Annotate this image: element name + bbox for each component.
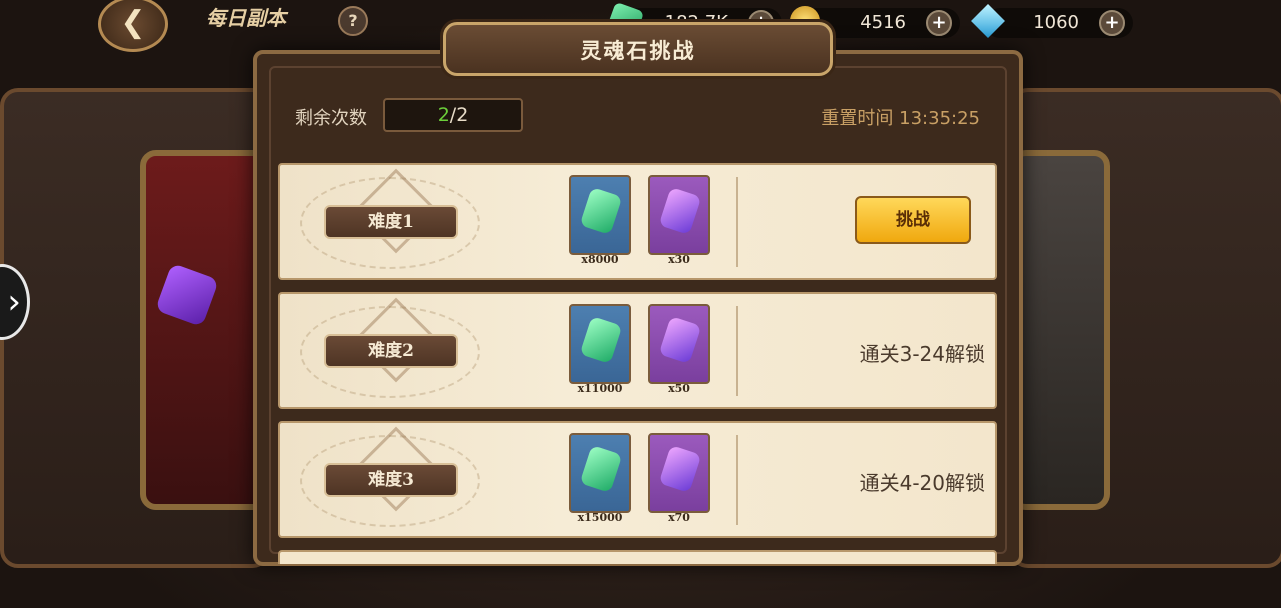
attempts-label: 剩余次数 [295, 108, 367, 129]
difficulty-row: 难度1 x8000 x30 挑战 [278, 163, 997, 280]
unlock-requirement: 通关3-24解锁 [859, 342, 985, 366]
row-divider [736, 177, 738, 267]
reward-green-soulstone[interactable] [569, 304, 631, 384]
dialog-title-ribbon: 灵魂石挑战 [443, 22, 833, 76]
reward-purple-soulstone[interactable] [648, 304, 710, 384]
attempts-counter: 2/2 [383, 98, 523, 132]
add-diamond-button[interactable]: + [1099, 10, 1125, 36]
difficulty-badge: 难度3 [324, 463, 458, 497]
reward-green-soulstone[interactable] [569, 433, 631, 513]
difficulty-badge: 难度1 [324, 205, 458, 239]
reward-green-count: x11000 [577, 382, 623, 395]
dialog-title: 灵魂石挑战 [580, 38, 696, 63]
challenge-button[interactable]: 挑战 [855, 196, 971, 244]
reward-purple-count: x30 [668, 253, 690, 266]
purple-gem-icon [658, 316, 702, 364]
green-gem-icon [579, 187, 623, 235]
difficulty-row: 难度2 x11000 x50 通关3-24解锁 [278, 292, 997, 409]
purple-gem-icon [658, 445, 702, 493]
attempts-total: /2 [449, 104, 469, 126]
purple-gem-icon [658, 187, 702, 235]
diamond-icon [971, 4, 1005, 38]
reward-green-soulstone[interactable] [569, 175, 631, 255]
back-arrow-icon: ❮ [120, 5, 146, 40]
reward-green-count: x15000 [577, 511, 623, 524]
resource-gold-value: 4516 [860, 12, 906, 33]
resource-diamond-value: 1060 [1033, 12, 1079, 33]
background-dungeon-card-left [140, 150, 270, 510]
difficulty-row: 难度3 x15000 x70 通关4-20解锁 [278, 421, 997, 538]
back-button[interactable]: ❮ [98, 0, 168, 52]
resource-diamond: 1060 + [971, 4, 1133, 38]
row-divider [736, 435, 738, 525]
page-title: 每日副本 [206, 6, 286, 30]
reward-green-count: x8000 [581, 253, 619, 266]
reward-purple-count: x50 [668, 382, 690, 395]
attempts-row: 剩余次数 2/2 重置时间 13:35:25 [268, 94, 1006, 136]
reward-purple-soulstone[interactable] [648, 433, 710, 513]
add-gold-button[interactable]: + [926, 10, 952, 36]
green-gem-icon [579, 316, 623, 364]
row-divider [736, 306, 738, 396]
reset-time: 重置时间 13:35:25 [821, 108, 980, 129]
attempts-current: 2 [437, 104, 450, 126]
chevron-right-icon: › [7, 282, 21, 322]
unlock-requirement: 通关4-20解锁 [859, 471, 985, 495]
reward-purple-count: x70 [668, 511, 690, 524]
background-dungeon-card-right [1010, 150, 1110, 510]
reward-purple-soulstone[interactable] [648, 175, 710, 255]
help-button[interactable]: ? [338, 6, 368, 36]
difficulty-row-partial [278, 550, 997, 564]
difficulty-badge: 难度2 [324, 334, 458, 368]
green-gem-icon [579, 445, 623, 493]
